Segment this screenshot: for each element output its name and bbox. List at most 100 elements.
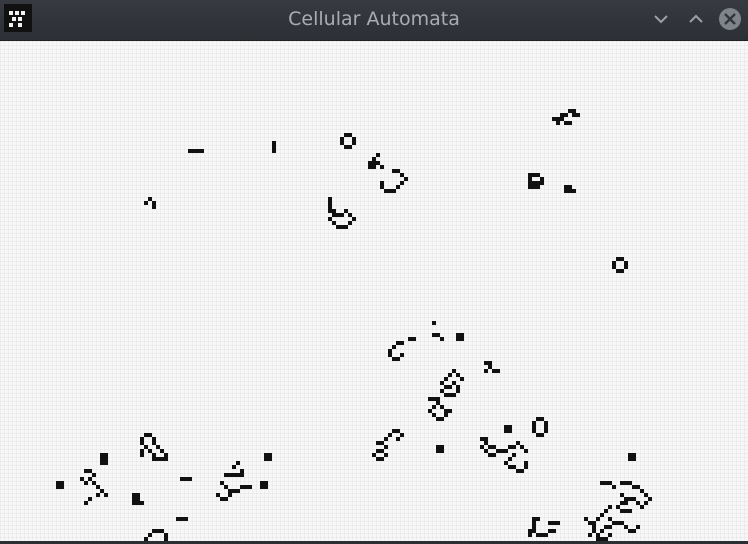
automaton-grid[interactable] xyxy=(0,41,748,541)
maximize-button[interactable] xyxy=(683,6,709,32)
live-cell xyxy=(528,529,532,533)
live-cell xyxy=(232,489,236,493)
live-cell xyxy=(500,449,504,453)
live-cell xyxy=(232,465,236,469)
live-cell xyxy=(332,213,336,217)
live-cell xyxy=(352,217,356,221)
live-cell xyxy=(392,357,396,361)
live-cell xyxy=(396,185,400,189)
live-cell xyxy=(444,377,448,381)
minimize-button[interactable] xyxy=(648,6,674,32)
live-cell xyxy=(636,485,640,489)
live-cell xyxy=(564,121,568,125)
live-cell xyxy=(432,397,436,401)
live-cell xyxy=(132,501,136,505)
live-cell xyxy=(348,145,352,149)
live-cell xyxy=(444,409,448,413)
live-cell xyxy=(352,141,356,145)
live-cell xyxy=(624,501,628,505)
live-cell xyxy=(272,149,276,153)
live-cell xyxy=(544,421,548,425)
live-cell xyxy=(568,185,572,189)
live-cell xyxy=(488,361,492,365)
live-cell xyxy=(328,197,332,201)
live-cell xyxy=(372,161,376,165)
live-cell xyxy=(160,449,164,453)
live-cell xyxy=(520,469,524,473)
live-cell xyxy=(452,393,456,397)
close-button[interactable] xyxy=(717,6,743,32)
live-cell xyxy=(456,373,460,377)
live-cell xyxy=(492,453,496,457)
live-cell xyxy=(152,205,156,209)
live-cell xyxy=(348,133,352,137)
live-cell xyxy=(148,433,152,437)
live-cell xyxy=(440,445,444,449)
live-cell xyxy=(436,449,440,453)
live-cell xyxy=(508,429,512,433)
live-cell xyxy=(268,453,272,457)
live-cell xyxy=(448,409,452,413)
live-cell xyxy=(460,337,464,341)
live-cell xyxy=(484,361,488,365)
live-cell xyxy=(200,149,204,153)
live-cell xyxy=(632,457,636,461)
live-cell xyxy=(620,257,624,261)
live-cell xyxy=(384,189,388,193)
live-cell xyxy=(512,453,516,457)
live-cell xyxy=(508,425,512,429)
live-cell xyxy=(572,109,576,113)
live-cell xyxy=(88,497,92,501)
live-cell xyxy=(104,453,108,457)
live-cell xyxy=(548,521,552,525)
live-cell xyxy=(264,453,268,457)
live-cell xyxy=(628,529,632,533)
live-cell xyxy=(188,477,192,481)
live-cell xyxy=(532,521,536,525)
live-cell xyxy=(636,525,640,529)
live-cell xyxy=(152,453,156,457)
live-cell xyxy=(616,257,620,261)
live-cell xyxy=(540,177,544,181)
live-cell xyxy=(596,517,600,521)
live-cell xyxy=(532,517,536,521)
live-cell xyxy=(600,513,604,517)
live-cell xyxy=(164,457,168,461)
live-cell xyxy=(388,189,392,193)
live-cell xyxy=(508,445,512,449)
live-cell xyxy=(648,497,652,501)
live-cell xyxy=(444,385,448,389)
live-cell xyxy=(628,509,632,513)
live-cell xyxy=(132,497,136,501)
live-cell xyxy=(480,445,484,449)
live-cell xyxy=(84,469,88,473)
live-cell xyxy=(628,481,632,485)
live-cell xyxy=(384,445,388,449)
live-cell xyxy=(100,489,104,493)
live-cell xyxy=(488,445,492,449)
live-cell xyxy=(612,265,616,269)
live-cell xyxy=(496,449,500,453)
live-cell xyxy=(380,181,384,185)
live-cell xyxy=(588,521,592,525)
live-cell xyxy=(636,501,640,505)
live-cell xyxy=(624,497,628,501)
live-cell xyxy=(616,269,620,273)
live-cell xyxy=(452,369,456,373)
live-cell xyxy=(376,457,380,461)
live-cell xyxy=(536,181,540,185)
live-cell xyxy=(396,429,400,433)
live-cell xyxy=(608,533,612,537)
live-cell xyxy=(456,333,460,337)
live-cell xyxy=(456,389,460,393)
live-cell xyxy=(392,189,396,193)
live-cell xyxy=(620,269,624,273)
live-cell xyxy=(160,457,164,461)
live-cell xyxy=(440,417,444,421)
cell-canvas[interactable] xyxy=(0,41,748,541)
live-cell xyxy=(516,441,520,445)
live-cell xyxy=(448,373,452,377)
live-cell xyxy=(508,465,512,469)
title-bar[interactable]: Cellular Automata xyxy=(0,0,748,41)
live-cell xyxy=(432,321,436,325)
